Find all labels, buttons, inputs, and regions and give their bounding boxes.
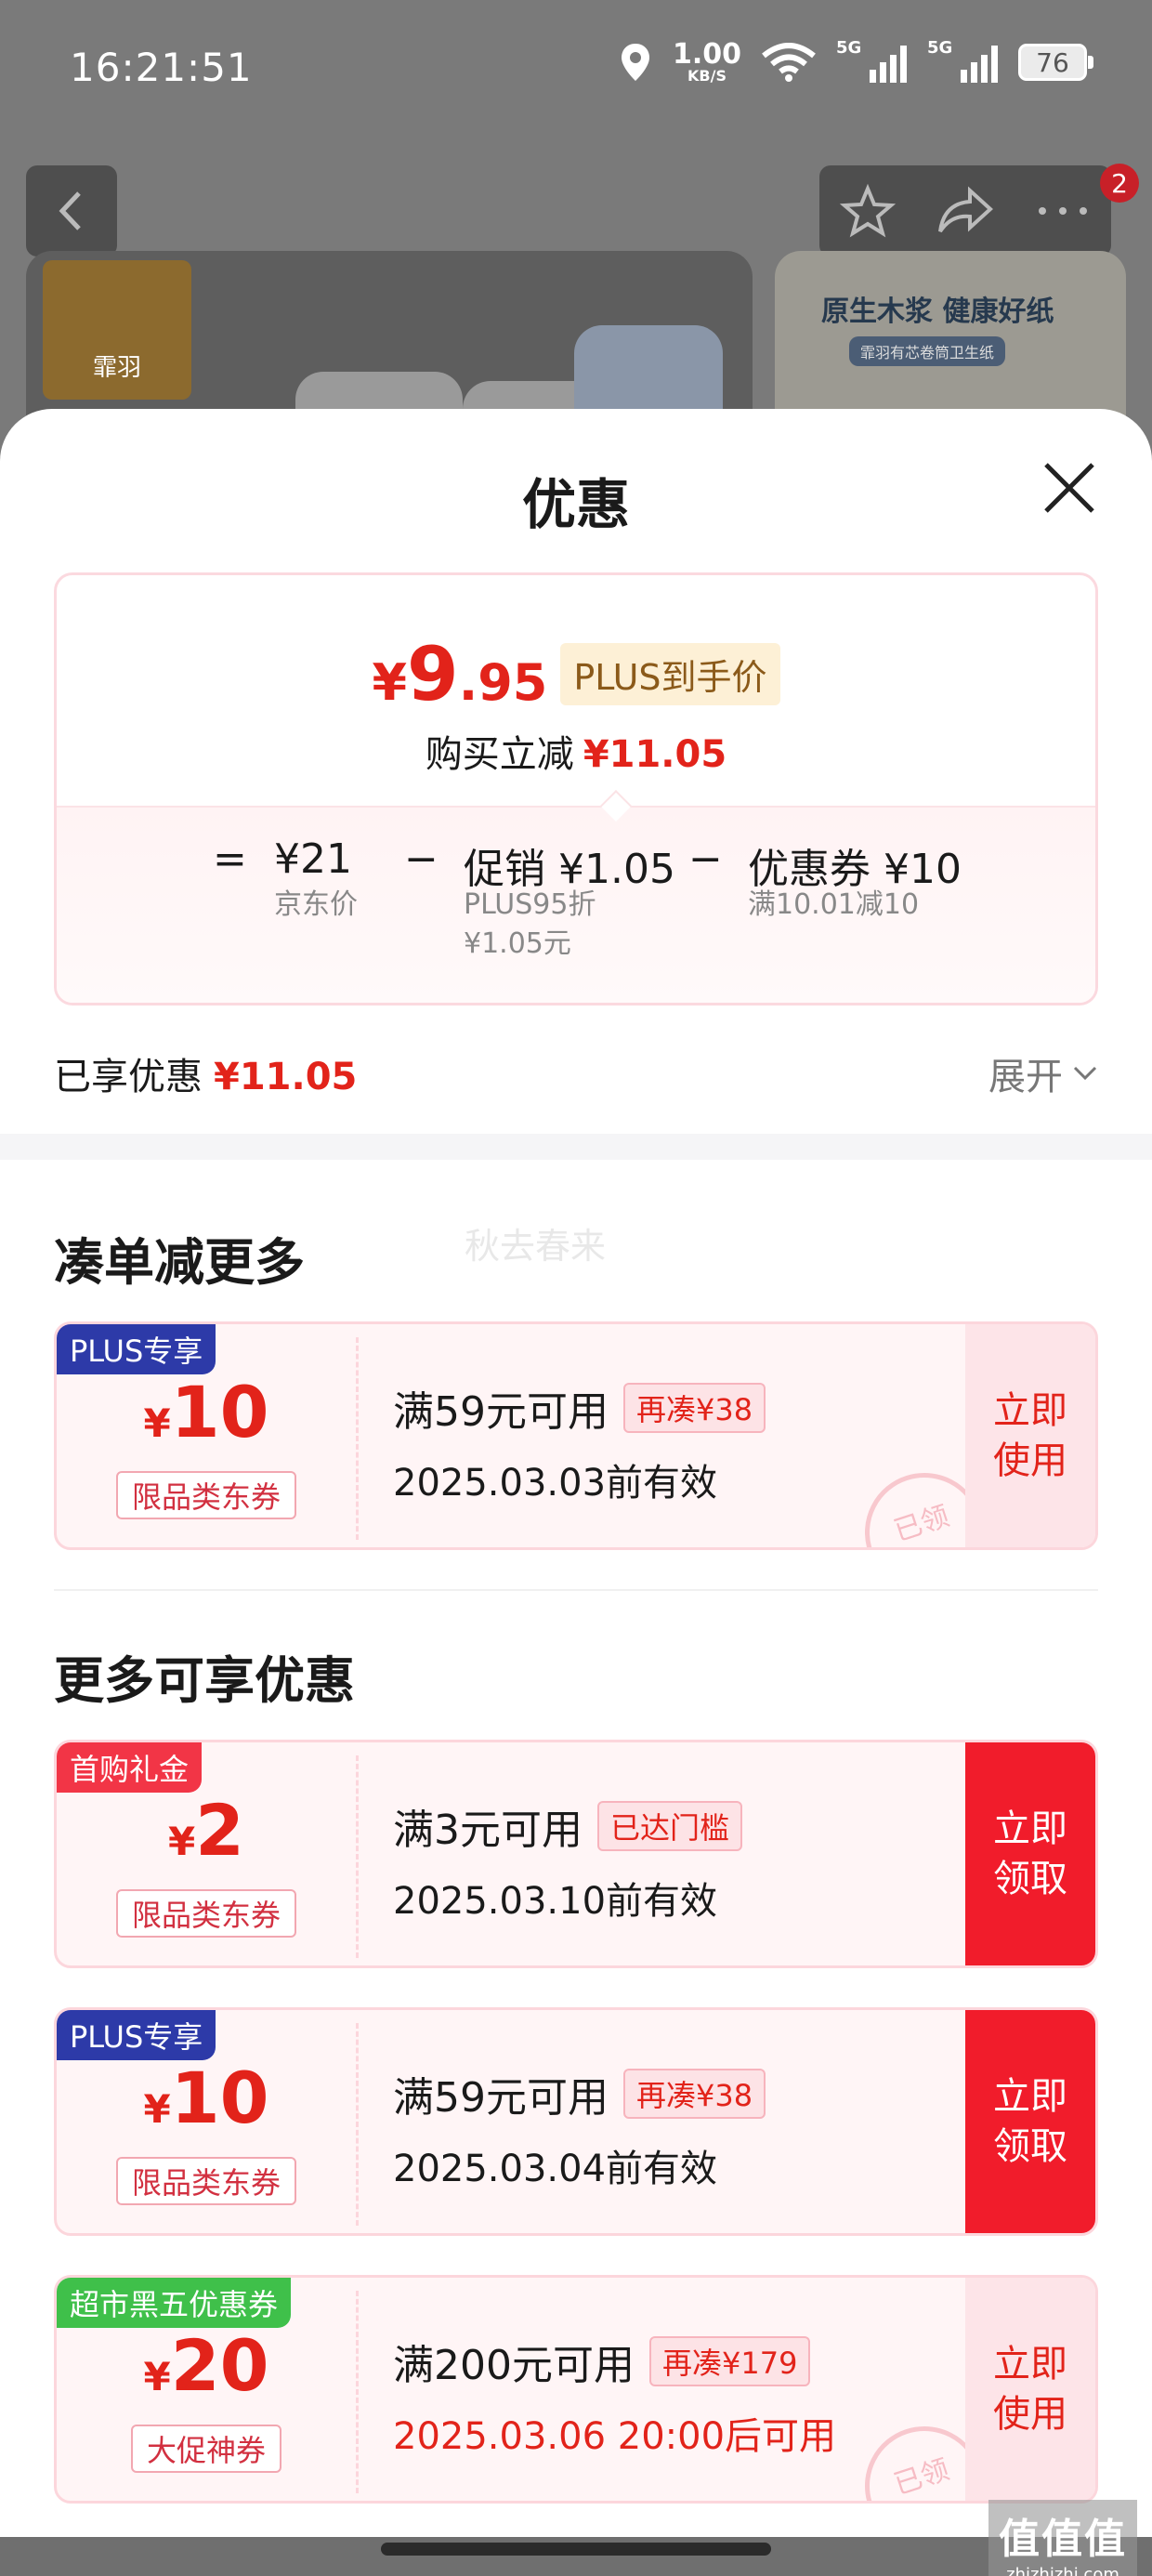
plus-price-tag: PLUS到手价	[560, 643, 780, 705]
coupon-validity: 2025.03.10前有效	[393, 1880, 718, 1923]
enjoyed-discount: 已享优惠 ¥11.05	[54, 1056, 358, 1098]
banner-subtitle: 霏羽有芯卷筒卫生纸	[849, 336, 1006, 366]
coupon-condition: 满200元可用 再凑¥179	[393, 2332, 811, 2391]
coupon-condition: 满59元可用 再凑¥38	[393, 2064, 766, 2123]
signal-5g-icon-2: 5G	[927, 38, 998, 83]
coupon-card: 超市黑五优惠券 ¥20 大促神券 满200元可用 再凑¥179 2025.03.0…	[54, 2275, 1098, 2504]
coupon-value-area: PLUS专享 ¥10 限品类东券	[57, 2010, 356, 2233]
final-price: ¥9.95	[372, 631, 548, 717]
use-now-button[interactable]: 立即 使用	[965, 1324, 1095, 1547]
coupon-value-area: PLUS专享 ¥10 限品类东券	[57, 1324, 356, 1547]
share-icon[interactable]	[936, 185, 994, 237]
coupon-validity: 2025.03.06 20:00后可用	[393, 2415, 837, 2458]
coupon-perforation	[356, 1755, 359, 1958]
claim-now-button[interactable]: 立即 领取	[965, 2010, 1095, 2233]
coupon-kind: 限品类东券	[116, 1471, 296, 1519]
claim-now-button[interactable]: 立即 领取	[965, 1742, 1095, 1965]
use-now-button[interactable]: 立即 使用	[965, 2278, 1095, 2501]
status-bar: 16:21:51 1.00 KB/S 5G 5G 76	[0, 0, 1152, 139]
faint-watermark-text: 秋去春来	[465, 1226, 607, 1267]
coupon-tag: PLUS专享	[57, 1324, 216, 1374]
coupon-card: PLUS专享 ¥10 限品类东券 满59元可用 再凑¥38 2025.03.04前…	[54, 2007, 1098, 2236]
coupon-kind: 限品类东券	[116, 1889, 296, 1938]
location-icon	[621, 44, 649, 81]
section-title-more-offers: 更多可享优惠	[54, 1651, 355, 1710]
wifi-icon	[762, 43, 816, 82]
star-icon[interactable]	[840, 183, 896, 239]
coupon-value-area: 超市黑五优惠券 ¥20 大促神券	[57, 2278, 356, 2501]
sheet-title: 优惠	[521, 473, 630, 536]
section-divider	[0, 1134, 1152, 1160]
close-icon[interactable]	[1039, 457, 1100, 519]
coupon-pill: 再凑¥179	[648, 2336, 811, 2386]
coupon-note: 满10.01减10	[748, 888, 920, 921]
coupon-tag: 首购礼金	[57, 1742, 203, 1793]
minus-sign: −	[404, 835, 439, 883]
chevron-down-icon	[1073, 1066, 1097, 1081]
section-separator	[54, 1589, 1098, 1591]
discount-sheet: 优惠 ¥9.95 PLUS到手价 购买立减 ¥11.05 = ¥21 京东价 − …	[0, 409, 1152, 2537]
coupon-perforation	[356, 1337, 359, 1540]
status-time: 16:21:51	[70, 45, 253, 90]
coupon-pill: 已达门槛	[597, 1801, 743, 1851]
coupon-amount: ¥10	[143, 1371, 269, 1453]
back-button[interactable]	[26, 165, 117, 256]
final-price-area: ¥9.95 PLUS到手价 购买立减 ¥11.05	[57, 575, 1095, 806]
minus-sign: −	[688, 835, 723, 883]
coupon-tag: 超市黑五优惠券	[57, 2278, 292, 2328]
signal-5g-icon-1: 5G	[836, 38, 907, 83]
site-watermark: 值值值 zhizhizhi.com	[988, 2500, 1137, 2576]
base-price-label: 京东价	[274, 888, 358, 921]
equals-sign: =	[213, 835, 247, 883]
coupon-amount: ¥10	[143, 2057, 269, 2139]
coupon-perforation	[356, 2291, 359, 2493]
coupon-condition: 满59元可用 再凑¥38	[393, 1378, 766, 1438]
price-breakdown: = ¥21 京东价 − 促销 ¥1.05 PLUS95折 ¥1.05元 − 优惠券…	[57, 806, 1095, 1003]
cart-badge: 2	[1100, 164, 1139, 203]
coupon-amount: ¥20	[143, 2324, 269, 2407]
brand-logo: 霏羽	[43, 260, 191, 400]
battery-indicator: 76	[1018, 44, 1093, 81]
promo-note: PLUS95折 ¥1.05元	[464, 888, 596, 960]
home-indicator[interactable]	[381, 2543, 771, 2556]
header-actions	[819, 165, 1111, 256]
coupon-kind: 限品类东券	[116, 2157, 296, 2205]
banner-slogan: 原生木浆 健康好纸	[821, 296, 1054, 328]
coupon-card: 首购礼金 ¥2 限品类东券 满3元可用 已达门槛 2025.03.10前有效 立即…	[54, 1740, 1098, 1968]
coupon-kind: 大促神券	[131, 2425, 281, 2473]
net-speed: 1.00 KB/S	[672, 38, 741, 85]
coupon-validity: 2025.03.04前有效	[393, 2148, 718, 2190]
expand-toggle[interactable]: 展开	[988, 1046, 1098, 1100]
chevron-left-icon	[59, 191, 81, 230]
section-title-more-orders: 凑单减更多	[54, 1233, 305, 1292]
status-icons: 1.00 KB/S 5G 5G 76	[619, 38, 1093, 85]
coupon-pill: 再凑¥38	[623, 1383, 766, 1433]
coupon-value-area: 首购礼金 ¥2 限品类东券	[57, 1742, 356, 1965]
purchase-saving: 购买立减 ¥11.05	[425, 733, 727, 776]
coupon-perforation	[356, 2023, 359, 2226]
coupon-card: PLUS专享 ¥10 限品类东券 满59元可用 再凑¥38 2025.03.03前…	[54, 1321, 1098, 1550]
coupon-pill: 再凑¥38	[623, 2069, 766, 2119]
coupon-amount: ¥2	[167, 1789, 245, 1872]
coupon-tag: PLUS专享	[57, 2010, 216, 2060]
price-summary-card: ¥9.95 PLUS到手价 购买立减 ¥11.05 = ¥21 京东价 − 促销 …	[54, 572, 1098, 1005]
coupon-validity: 2025.03.03前有效	[393, 1462, 718, 1505]
more-icon[interactable]	[1035, 202, 1091, 220]
coupon-condition: 满3元可用 已达门槛	[393, 1796, 743, 1856]
base-price: ¥21	[274, 835, 352, 883]
